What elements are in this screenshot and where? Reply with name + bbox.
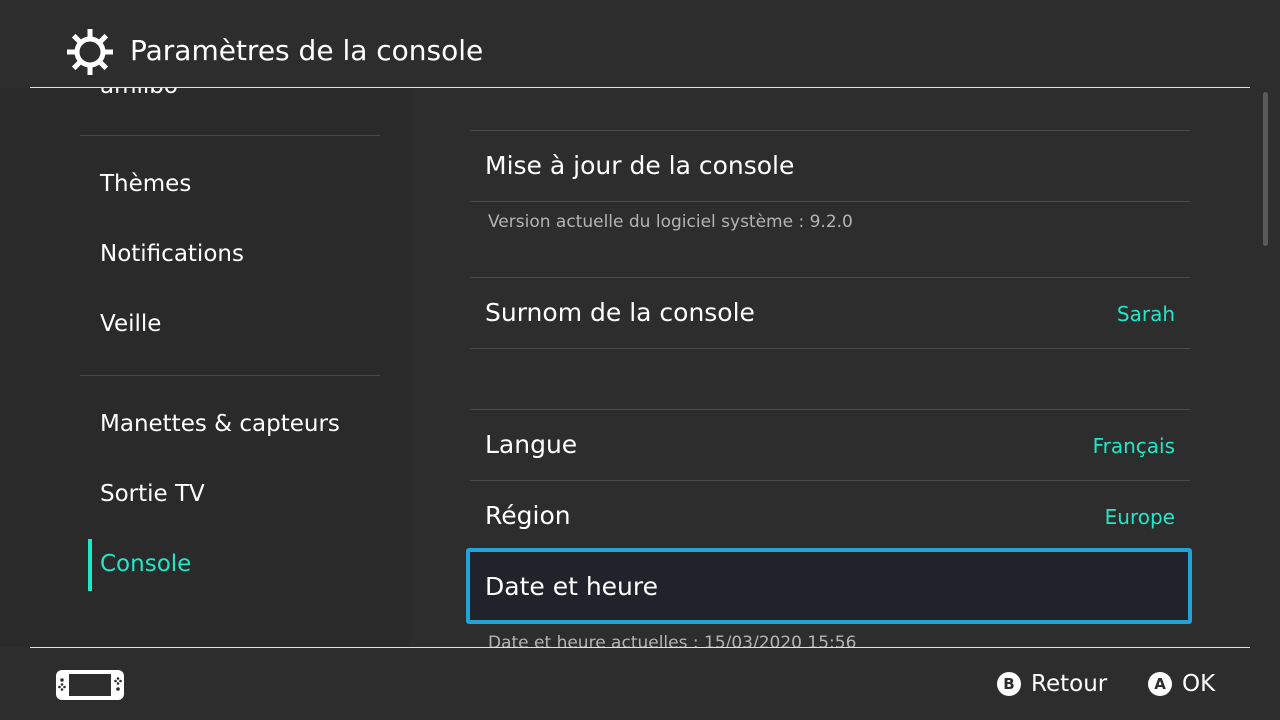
sidebar-divider	[80, 375, 380, 376]
a-button-icon: A	[1148, 672, 1172, 696]
back-label: Retour	[1031, 671, 1108, 697]
sidebar-item-notifications[interactable]: Notifications	[100, 239, 244, 269]
settings-panel: Mise à jour de la console Version actuel…	[410, 88, 1280, 647]
date-time-item[interactable]: Date et heure	[466, 548, 1192, 624]
ok-label: OK	[1182, 671, 1216, 697]
scrollbar[interactable]	[1263, 92, 1268, 246]
row-divider	[470, 130, 1190, 131]
current-date-time-text: Date et heure actuelles : 15/03/2020 15:…	[488, 633, 857, 647]
date-time-label: Date et heure	[485, 572, 659, 601]
row-divider	[470, 409, 1190, 410]
header: Paramètres de la console	[0, 0, 1280, 88]
row-divider	[470, 277, 1190, 278]
console-nickname-value: Sarah	[1116, 302, 1175, 326]
row-divider	[470, 201, 1190, 202]
language-item[interactable]: Langue	[485, 429, 577, 461]
sidebar-item-controllers[interactable]: Manettes & capteurs	[100, 409, 340, 439]
sidebar-item-console[interactable]: Console	[100, 549, 191, 579]
console-nickname-item[interactable]: Surnom de la console	[485, 297, 755, 329]
row-divider	[470, 480, 1190, 481]
system-update-item[interactable]: Mise à jour de la console	[485, 150, 794, 182]
active-indicator	[88, 539, 92, 591]
row-divider	[470, 348, 1190, 349]
footer: B Retour A OK	[0, 648, 1280, 720]
b-button-icon: B	[997, 672, 1021, 696]
switch-console-icon	[56, 670, 124, 700]
region-item[interactable]: Région	[485, 500, 571, 532]
sidebar-divider	[80, 135, 380, 136]
ok-button[interactable]: A OK	[1148, 668, 1215, 700]
page-title: Paramètres de la console	[130, 34, 484, 67]
sidebar-item-amiibo[interactable]: amiibo	[100, 88, 178, 101]
sidebar: amiibo Thèmes Notifications Veille Manet…	[0, 88, 410, 647]
sidebar-item-themes[interactable]: Thèmes	[100, 169, 191, 199]
region-value: Europe	[1104, 505, 1175, 529]
back-button[interactable]: B Retour	[997, 668, 1107, 700]
language-value: Français	[1092, 434, 1175, 458]
sidebar-item-veille[interactable]: Veille	[100, 309, 161, 339]
sidebar-item-tv-output[interactable]: Sortie TV	[100, 479, 205, 509]
system-version-text: Version actuelle du logiciel système : 9…	[488, 212, 853, 232]
gear-icon	[67, 29, 113, 75]
